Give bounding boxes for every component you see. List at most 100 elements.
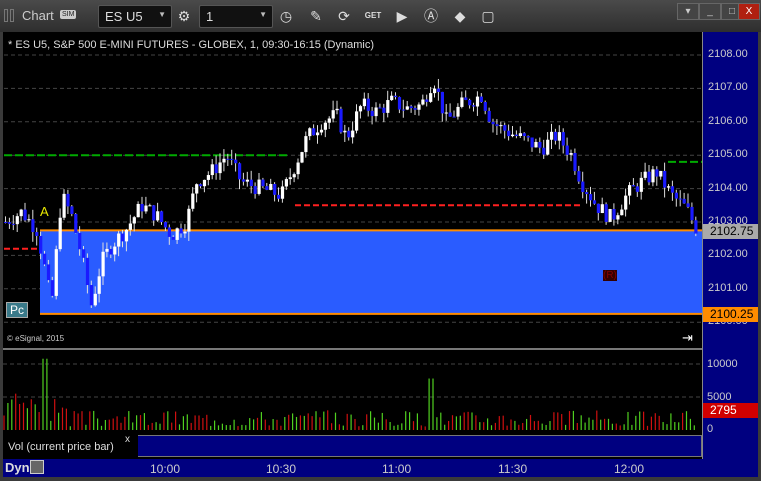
candle-body xyxy=(31,219,35,233)
range-low-tag: 2100.25 xyxy=(703,307,758,322)
candle-body xyxy=(140,203,144,212)
candle-body xyxy=(674,192,678,199)
candle-body xyxy=(366,98,370,111)
candle-body xyxy=(46,264,51,281)
scroll-to-end-icon[interactable]: ⇥ xyxy=(682,330,693,346)
candle-body xyxy=(491,121,495,125)
candle-body xyxy=(460,97,464,107)
candle-body xyxy=(89,285,93,306)
candle-body xyxy=(561,132,565,146)
candle-body xyxy=(667,186,671,188)
candle-body xyxy=(670,186,675,193)
candle-body xyxy=(343,130,347,133)
candle-body xyxy=(132,217,136,224)
candle-body xyxy=(475,96,480,107)
candle-body xyxy=(109,248,113,255)
time-label: 10:30 xyxy=(266,462,297,476)
close-study-button[interactable]: x xyxy=(125,434,130,445)
candle-body xyxy=(195,184,199,194)
candle-body xyxy=(643,171,647,178)
candle-body xyxy=(417,104,421,110)
last-price-tag: 2102.75 xyxy=(703,224,758,239)
candle-body xyxy=(288,177,292,180)
candle-body xyxy=(382,107,386,113)
candle-body xyxy=(218,162,222,174)
candle-body xyxy=(284,179,288,187)
candle-body xyxy=(472,105,476,107)
candle-body xyxy=(421,99,425,105)
candle-body xyxy=(362,98,366,107)
candle-body xyxy=(557,132,561,141)
candle-body xyxy=(202,179,207,187)
candle-body xyxy=(378,107,382,109)
candle-body xyxy=(335,108,339,111)
candle-body xyxy=(663,170,667,188)
candle-body xyxy=(436,88,441,92)
candle-body xyxy=(651,169,655,183)
candle-body xyxy=(273,183,277,195)
candle-body xyxy=(15,216,19,225)
candle-body xyxy=(35,232,39,236)
candle-body xyxy=(245,179,249,182)
candle-body xyxy=(54,249,58,296)
time-axis[interactable] xyxy=(3,459,758,477)
candle-body xyxy=(331,110,335,119)
candle-body xyxy=(121,233,125,242)
candle-body xyxy=(265,186,269,190)
candle-body xyxy=(23,209,27,221)
price-label: 2106.00 xyxy=(708,114,748,127)
candle-body xyxy=(304,136,308,153)
candle-body xyxy=(85,257,90,286)
lock-icon[interactable] xyxy=(30,460,44,474)
candle-body xyxy=(347,130,351,138)
candle-body xyxy=(573,153,577,172)
candle-body xyxy=(440,91,444,114)
candle-body xyxy=(413,108,417,110)
price-label: 2107.00 xyxy=(708,81,748,94)
volume-bar-area xyxy=(94,435,702,457)
vol-label-10000: 10000 xyxy=(707,358,738,370)
candle-body xyxy=(612,208,616,220)
candle-body xyxy=(530,137,534,148)
candle-body xyxy=(70,206,74,214)
candle-body xyxy=(694,220,698,234)
candle-body xyxy=(210,164,214,176)
candle-body xyxy=(241,179,246,182)
symbol-line: * ES U5, S&P 500 E-MINI FUTURES - GLOBEX… xyxy=(8,39,374,51)
candle-body xyxy=(249,179,253,187)
price-chart xyxy=(3,54,702,430)
candle-body xyxy=(113,246,117,255)
candle-body xyxy=(690,206,694,221)
candle-body xyxy=(620,209,624,216)
candle-body xyxy=(175,228,179,240)
candle-body xyxy=(230,158,234,160)
candle-body xyxy=(425,99,429,102)
candle-body xyxy=(179,228,183,234)
candle-body xyxy=(136,203,140,218)
candle-body xyxy=(628,185,632,196)
candle-body xyxy=(479,96,483,103)
candle-body xyxy=(448,112,452,117)
volume-study-label[interactable]: Vol (current price bar) xyxy=(3,435,138,457)
candle-body xyxy=(226,158,230,160)
candle-body xyxy=(11,223,15,225)
candle-body xyxy=(464,97,468,100)
candle-body xyxy=(397,97,402,110)
candle-body xyxy=(269,183,273,190)
candle-body xyxy=(553,131,558,141)
candle-body xyxy=(355,111,359,131)
candle-body xyxy=(682,198,686,204)
candle-body xyxy=(300,152,304,163)
candle-body xyxy=(386,100,390,113)
marker-a: A xyxy=(40,204,49,219)
candle-body xyxy=(66,193,70,207)
candle-body xyxy=(522,133,526,137)
candle-body xyxy=(214,164,218,174)
candle-body xyxy=(296,162,300,175)
marker-r: (R) xyxy=(603,270,617,281)
candle-body xyxy=(308,128,312,137)
candle-body xyxy=(409,106,413,109)
dyn-mode[interactable]: Dyn xyxy=(5,460,30,475)
candle-body xyxy=(238,163,242,180)
candle-body xyxy=(518,133,522,137)
